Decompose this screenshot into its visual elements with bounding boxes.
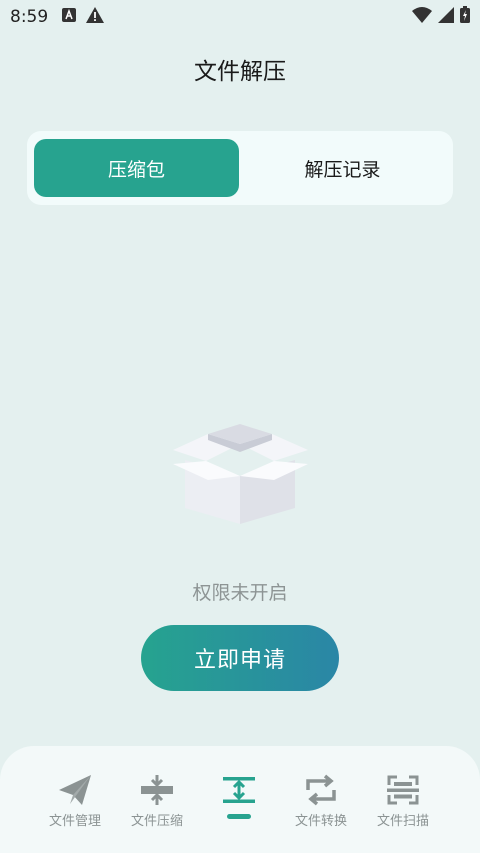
status-bar: 8:59 [0,0,480,34]
nav-label: 文件压缩 [130,814,183,829]
bottom-nav: 文件管理 文件压缩 文件转换 文件扫描 [0,746,480,853]
scan-icon [385,772,421,808]
tab-extract-history[interactable]: 解压记录 [239,139,446,197]
decompress-icon [221,772,257,808]
nav-item-file-decompress[interactable] [198,772,280,853]
wifi-icon [412,6,432,28]
signal-icon [438,6,454,28]
nav-item-file-manager[interactable]: 文件管理 [34,772,116,853]
nav-label: 文件转换 [294,814,347,829]
open-box-icon [170,420,310,525]
page-title: 文件解压 [194,59,286,85]
nav-item-file-scan[interactable]: 文件扫描 [362,772,444,853]
nav-item-file-compress[interactable]: 文件压缩 [116,772,198,853]
convert-icon [303,772,339,808]
paper-plane-icon [57,772,93,808]
nav-label: 文件管理 [48,814,101,829]
nav-label: 文件扫描 [376,814,429,829]
active-tab-indicator [227,814,251,819]
tab-archive[interactable]: 压缩包 [34,139,239,197]
segmented-tabs: 压缩包 解压记录 [27,131,453,205]
warning-icon [86,6,105,28]
compress-icon [139,772,175,808]
permission-status-text: 权限未开启 [192,582,288,604]
nav-item-file-convert[interactable]: 文件转换 [280,772,362,853]
notification-a-icon [62,7,77,27]
battery-icon [460,6,470,28]
apply-now-button[interactable]: 立即申请 [141,625,339,691]
status-time: 8:59 [10,7,49,27]
